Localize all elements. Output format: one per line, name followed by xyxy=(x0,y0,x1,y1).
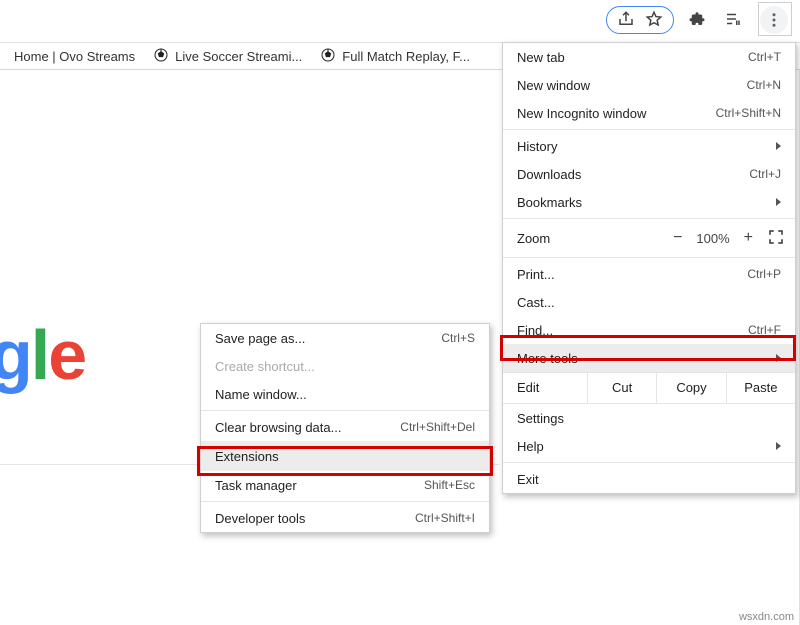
menu-label: Exit xyxy=(517,472,539,487)
bookmark-item[interactable]: Full Match Replay, F... xyxy=(320,47,470,66)
soccer-icon xyxy=(320,47,336,66)
menu-label: Bookmarks xyxy=(517,195,582,210)
zoom-in-button[interactable]: + xyxy=(744,229,753,247)
menu-help[interactable]: Help xyxy=(503,432,795,460)
chevron-right-icon xyxy=(776,442,781,450)
menu-label: History xyxy=(517,139,557,154)
chevron-right-icon xyxy=(776,198,781,206)
bookmark-label: Home | Ovo Streams xyxy=(14,49,135,64)
kebab-menu-button[interactable] xyxy=(760,6,788,34)
logo-letter: l xyxy=(31,315,48,395)
menu-separator xyxy=(201,501,489,502)
star-icon[interactable] xyxy=(645,10,663,31)
submenu-create-shortcut: Create shortcut... xyxy=(201,352,489,380)
menu-separator xyxy=(503,129,795,130)
menu-settings[interactable]: Settings xyxy=(503,404,795,432)
soccer-icon xyxy=(153,47,169,66)
watermark: wsxdn.com xyxy=(739,611,794,623)
edit-cut-button[interactable]: Cut xyxy=(587,373,656,403)
zoom-out-button[interactable]: − xyxy=(673,229,682,247)
submenu-task-manager[interactable]: Task manager Shift+Esc xyxy=(201,471,489,499)
edit-copy-button[interactable]: Copy xyxy=(656,373,725,403)
menu-incognito[interactable]: New Incognito window Ctrl+Shift+N xyxy=(503,99,795,127)
media-control-icon[interactable] xyxy=(724,10,742,31)
menu-shortcut: Ctrl+F xyxy=(748,323,781,337)
chevron-right-icon xyxy=(776,354,781,362)
toolbar-icons xyxy=(688,6,788,34)
menu-label: More tools xyxy=(517,351,578,366)
menu-bookmarks[interactable]: Bookmarks xyxy=(503,188,795,216)
menu-print[interactable]: Print... Ctrl+P xyxy=(503,260,795,288)
menu-label: Edit xyxy=(503,373,587,403)
menu-shortcut: Ctrl+S xyxy=(441,331,475,345)
omnibox-actions xyxy=(606,6,674,34)
google-logo-fragment: g l e xyxy=(0,315,85,395)
menu-shortcut: Ctrl+P xyxy=(747,267,781,281)
bookmark-label: Live Soccer Streami... xyxy=(175,49,302,64)
omnibox-row xyxy=(0,6,800,34)
menu-label: Zoom xyxy=(517,231,673,246)
menu-label: New Incognito window xyxy=(517,106,646,121)
logo-letter: e xyxy=(48,315,85,395)
menu-separator xyxy=(503,462,795,463)
menu-separator xyxy=(503,218,795,219)
bookmark-label: Full Match Replay, F... xyxy=(342,49,470,64)
menu-label: Extensions xyxy=(215,449,279,464)
menu-shortcut: Ctrl+Shift+N xyxy=(716,106,781,120)
menu-downloads[interactable]: Downloads Ctrl+J xyxy=(503,160,795,188)
menu-separator xyxy=(503,257,795,258)
menu-new-window[interactable]: New window Ctrl+N xyxy=(503,71,795,99)
menu-find[interactable]: Find... Ctrl+F xyxy=(503,316,795,344)
bookmark-item[interactable]: Live Soccer Streami... xyxy=(153,47,302,66)
chrome-main-menu: New tab Ctrl+T New window Ctrl+N New Inc… xyxy=(502,42,796,494)
menu-label: Settings xyxy=(517,411,564,426)
menu-label: Create shortcut... xyxy=(215,359,315,374)
menu-label: Print... xyxy=(517,267,555,282)
menu-cast[interactable]: Cast... xyxy=(503,288,795,316)
submenu-developer-tools[interactable]: Developer tools Ctrl+Shift+I xyxy=(201,504,489,532)
zoom-value: 100% xyxy=(696,231,729,246)
menu-label: Cast... xyxy=(517,295,555,310)
menu-exit[interactable]: Exit xyxy=(503,465,795,493)
menu-separator xyxy=(201,410,489,411)
zoom-controls: − 100% + xyxy=(673,228,785,249)
menu-label: Save page as... xyxy=(215,331,305,346)
extensions-puzzle-icon[interactable] xyxy=(688,10,706,31)
menu-shortcut: Ctrl+N xyxy=(747,78,781,92)
more-tools-submenu: Save page as... Ctrl+S Create shortcut..… xyxy=(200,323,490,533)
menu-label: Task manager xyxy=(215,478,297,493)
menu-new-tab[interactable]: New tab Ctrl+T xyxy=(503,43,795,71)
menu-label: Clear browsing data... xyxy=(215,420,341,435)
share-icon[interactable] xyxy=(617,10,635,31)
menu-more-tools[interactable]: More tools xyxy=(503,344,795,372)
menu-label: Name window... xyxy=(215,387,307,402)
menu-shortcut: Ctrl+Shift+Del xyxy=(400,420,475,434)
menu-zoom: Zoom − 100% + xyxy=(503,221,795,255)
chevron-right-icon xyxy=(776,142,781,150)
menu-shortcut: Ctrl+T xyxy=(748,50,781,64)
fullscreen-icon[interactable] xyxy=(767,228,785,249)
submenu-clear-browsing-data[interactable]: Clear browsing data... Ctrl+Shift+Del xyxy=(201,413,489,441)
submenu-extensions[interactable]: Extensions xyxy=(201,441,489,471)
submenu-save-page[interactable]: Save page as... Ctrl+S xyxy=(201,324,489,352)
edit-paste-button[interactable]: Paste xyxy=(726,373,795,403)
menu-shortcut: Ctrl+Shift+I xyxy=(415,511,475,525)
menu-label: New tab xyxy=(517,50,565,65)
menu-edit-row: Edit Cut Copy Paste xyxy=(503,372,795,404)
menu-label: Find... xyxy=(517,323,553,338)
menu-label: Developer tools xyxy=(215,511,305,526)
menu-label: Downloads xyxy=(517,167,581,182)
menu-shortcut: Ctrl+J xyxy=(749,167,781,181)
menu-history[interactable]: History xyxy=(503,132,795,160)
bookmark-item[interactable]: Home | Ovo Streams xyxy=(14,49,135,64)
logo-letter: g xyxy=(0,315,31,395)
submenu-name-window[interactable]: Name window... xyxy=(201,380,489,408)
menu-shortcut: Shift+Esc xyxy=(424,478,475,492)
menu-label: New window xyxy=(517,78,590,93)
menu-label: Help xyxy=(517,439,544,454)
